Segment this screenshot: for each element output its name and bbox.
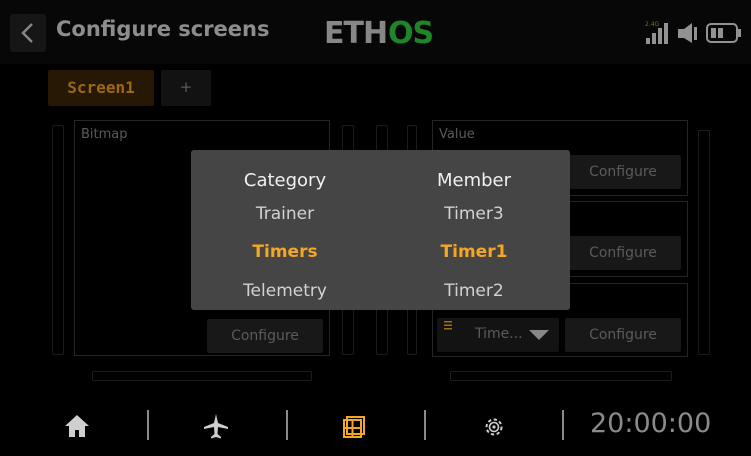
clock: 20:00:00 <box>590 408 712 439</box>
member-option-timer1[interactable]: Timer1 <box>394 242 554 262</box>
category-column-header: Category <box>243 170 327 191</box>
member-option-timer3[interactable]: Timer3 <box>394 204 554 224</box>
screens-icon[interactable] <box>343 416 365 438</box>
nav-separator <box>286 410 288 440</box>
nav-separator <box>562 410 564 440</box>
category-option-trainer[interactable]: Trainer <box>205 204 365 224</box>
source-picker-dialog: Category Member Trainer Timers Telemetry… <box>191 150 570 310</box>
member-option-timer2[interactable]: Timer2 <box>394 281 554 301</box>
member-column-header: Member <box>436 170 512 191</box>
category-option-telemetry[interactable]: Telemetry <box>205 281 365 301</box>
category-option-timers[interactable]: Timers <box>205 242 365 262</box>
home-icon[interactable] <box>64 414 90 438</box>
nav-separator <box>424 410 426 440</box>
settings-icon[interactable] <box>483 416 505 438</box>
airplane-icon[interactable] <box>202 412 230 440</box>
nav-separator <box>147 410 149 440</box>
